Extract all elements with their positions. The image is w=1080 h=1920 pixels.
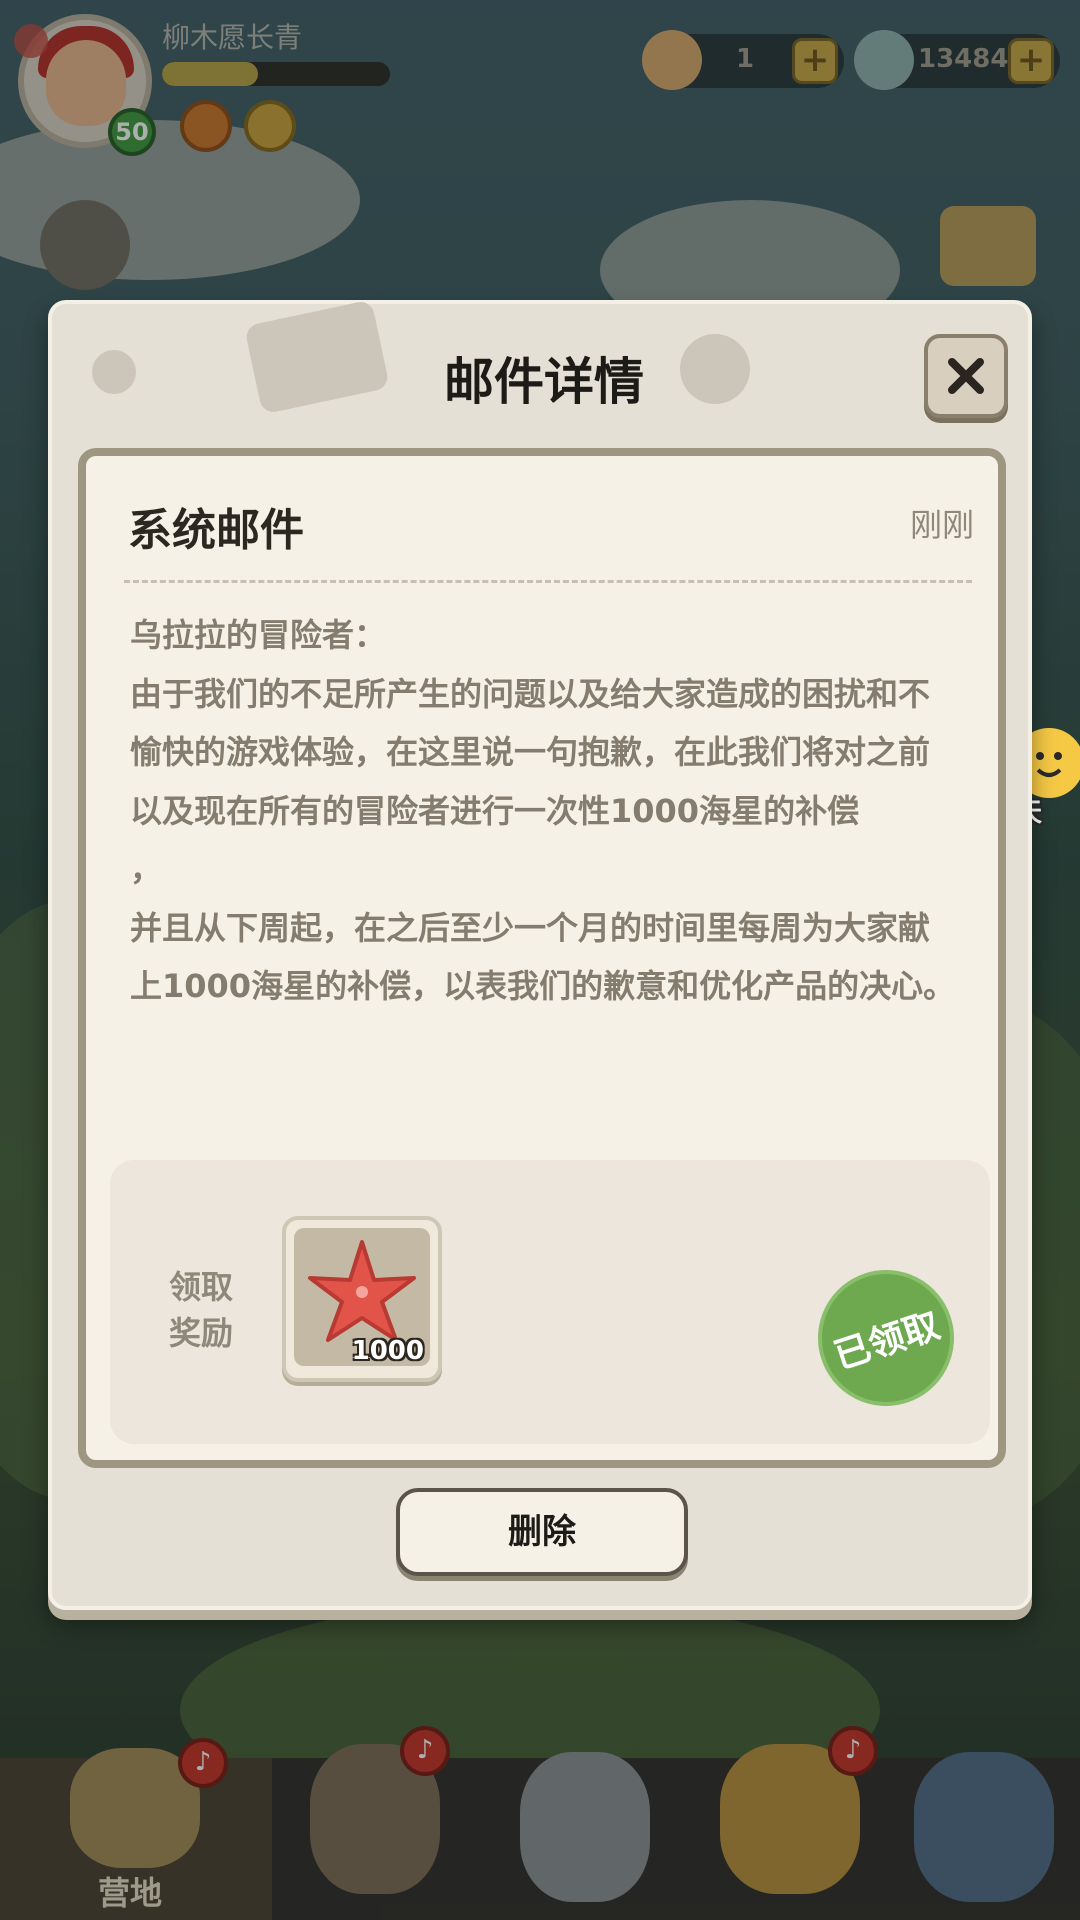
reward-quantity: 1000 [351,1336,424,1366]
mail-body-line: 由于我们的不足所产生的问题以及给大家造成的困扰和不愉快的游戏体验，在这里说一句抱… [130,674,931,830]
mail-body-line: ， [130,850,163,888]
reward-label: 领取奖励 [168,1268,233,1352]
close-icon [948,358,984,394]
mail-subject: 系统邮件 [128,505,304,556]
reward-item[interactable]: 1000 [282,1216,442,1382]
mail-time: 刚刚 [909,506,974,544]
game-screen: 50 柳木愿长青 1 + 13484 + ♪ 营地 ♪ ♪ 邮件详情 系统邮件 … [0,0,1080,1920]
mail-detail-dialog: 邮件详情 系统邮件 刚刚 乌拉拉的冒险者： 由于我们的不足所产生的问题以及给大家… [48,299,1032,1610]
dialog-title: 邮件详情 [444,353,644,411]
reward-panel: 领取奖励 1000 已领取 [110,1160,990,1444]
close-button[interactable] [924,334,1008,418]
claimed-stamp: 已领取 [800,1252,972,1424]
mail-body-line: 乌拉拉的冒险者： [130,616,387,654]
divider [124,580,972,583]
mail-card: 系统邮件 刚刚 乌拉拉的冒险者： 由于我们的不足所产生的问题以及给大家造成的困扰… [78,448,1006,1468]
mail-body-line: 并且从下周起，在之后至少一个月的时间里每周为大家献上1000海星的补偿，以表我们… [130,908,956,1006]
delete-button[interactable]: 删除 [396,1488,688,1576]
mail-body: 乌拉拉的冒险者： 由于我们的不足所产生的问题以及给大家造成的困扰和不愉快的游戏体… [130,606,960,1016]
